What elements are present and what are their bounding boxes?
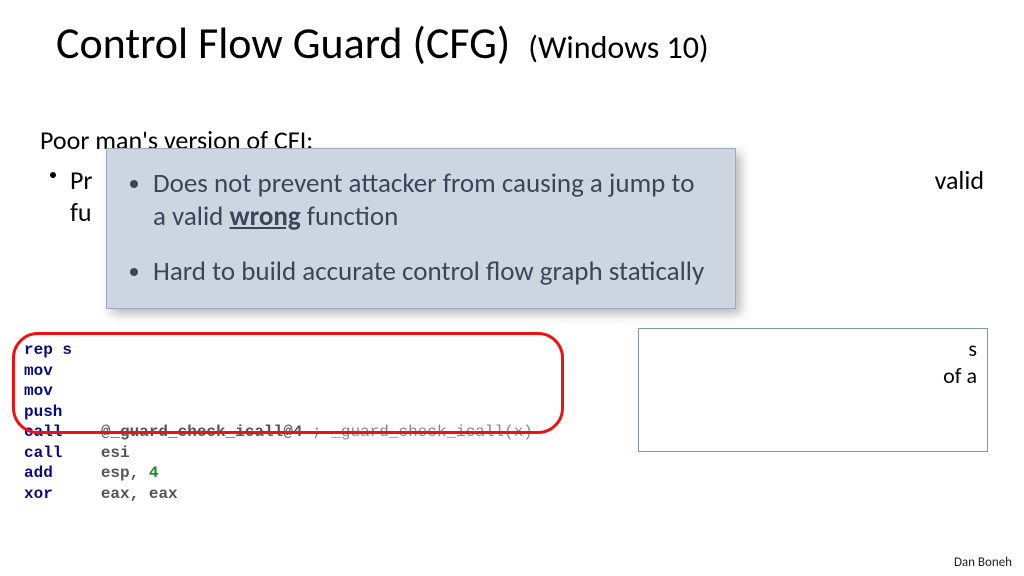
- code-l5-arg: @_guard_check_icall@4: [101, 423, 303, 441]
- code-l6-arg: esi: [101, 444, 130, 462]
- bullet-line2: fu: [70, 196, 92, 228]
- bullet-fragment-left: Pr fu: [70, 164, 93, 228]
- side-note-line1: s: [968, 335, 977, 362]
- code-l7-num: 4: [149, 464, 159, 482]
- callout-item-2: Hard to build accurate control flow grap…: [153, 255, 713, 288]
- side-note-box: s of a: [638, 328, 988, 452]
- code-l1-op: rep s: [24, 341, 72, 359]
- callout-item-1-emph: wrong: [229, 200, 300, 233]
- bullet-fragment-right: valid: [935, 164, 984, 196]
- code-l5-op: call: [24, 423, 62, 441]
- code-l6-op: call: [24, 444, 62, 462]
- assembly-code-block: rep s mov mov push call @_guard_check_ic…: [24, 320, 533, 504]
- bullet-dot: [50, 172, 56, 178]
- callout-item-1-post: function: [301, 200, 399, 233]
- side-note-line2: of a: [943, 362, 977, 389]
- code-l3-op: mov: [24, 382, 53, 400]
- code-l8-op: xor: [24, 485, 53, 503]
- bullet-line1: Pr: [70, 164, 93, 196]
- code-l2-op: mov: [24, 362, 53, 380]
- callout-item-1: Does not prevent attacker from causing a…: [153, 167, 713, 233]
- footer-author: Dan Boneh: [954, 555, 1012, 570]
- code-l7-arg: esp,: [101, 464, 149, 482]
- code-l8-arg: eax, eax: [101, 485, 178, 503]
- code-l5-comment: ; _guard_check_icall(x): [302, 423, 532, 441]
- slide-subtitle: (Windows 10): [528, 28, 708, 67]
- code-l7-op: add: [24, 464, 53, 482]
- slide-title: Control Flow Guard (CFG): [56, 16, 510, 70]
- code-l4-op: push: [24, 403, 62, 421]
- callout-box: Does not prevent attacker from causing a…: [106, 148, 736, 309]
